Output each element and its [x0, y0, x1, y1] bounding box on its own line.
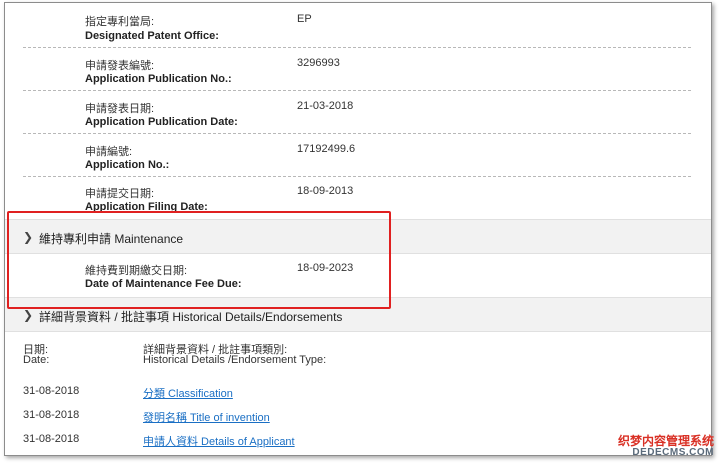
history-section-title: 詳細背景資料 / 批註事項 Historical Details/Endorse…	[39, 310, 343, 324]
detail-value: 17192499.6	[297, 143, 356, 155]
history-date-heading-en: Date:	[23, 354, 50, 366]
detail-label-en: Application Publication Date:	[85, 116, 238, 128]
detail-label-en: Application Publication No.:	[85, 73, 232, 85]
detail-value: EP	[297, 13, 312, 25]
detail-value: 18-09-2013	[297, 185, 354, 197]
detail-row-application-no: 申請編號: Application No.: 17192499.6	[23, 134, 691, 177]
history-row-date: 31-08-2018	[23, 433, 80, 445]
chevron-right-icon[interactable]: ❯	[23, 308, 33, 322]
detail-label-zh: 申請編號:	[85, 146, 133, 158]
detail-row-publication-no: 申請發表編號: Application Publication No.: 329…	[23, 48, 691, 91]
history-row-date: 31-08-2018	[23, 385, 80, 397]
watermark-line-1: 织梦内容管理系统	[617, 434, 714, 448]
detail-label-zh: 申請發表日期:	[85, 103, 155, 115]
detail-label-zh: 申請發表編號:	[85, 60, 155, 72]
history-row-link-details-of-applicant[interactable]: 申請人資料 Details of Applicant	[143, 433, 295, 449]
dedecms-watermark: 织梦内容管理系统 DEDECMS.COM	[618, 435, 714, 459]
maintenance-highlight-box	[7, 211, 391, 309]
detail-label-zh: 指定專利當局:	[85, 16, 155, 28]
patent-record-panel: 指定專利當局: Designated Patent Office: EP 申請發…	[4, 2, 712, 456]
history-row-link-title-of-invention[interactable]: 發明名稱 Title of invention	[143, 409, 270, 425]
detail-label-zh: 申請提交日期:	[85, 188, 155, 200]
detail-value: 21-03-2018	[297, 100, 354, 112]
watermark-line-2: DEDECMS.COM	[632, 447, 714, 458]
history-row-date: 31-08-2018	[23, 409, 80, 421]
detail-label-en: Application No.:	[85, 159, 170, 171]
history-type-heading-en: Historical Details /Endorsement Type:	[143, 354, 327, 366]
detail-row-publication-date: 申請發表日期: Application Publication Date: 21…	[23, 91, 691, 134]
detail-label-en: Designated Patent Office:	[85, 30, 219, 42]
detail-value: 3296993	[297, 57, 340, 69]
detail-row-designated-office: 指定專利當局: Designated Patent Office: EP	[23, 3, 691, 48]
history-row-link-classification[interactable]: 分類 Classification	[143, 385, 233, 401]
